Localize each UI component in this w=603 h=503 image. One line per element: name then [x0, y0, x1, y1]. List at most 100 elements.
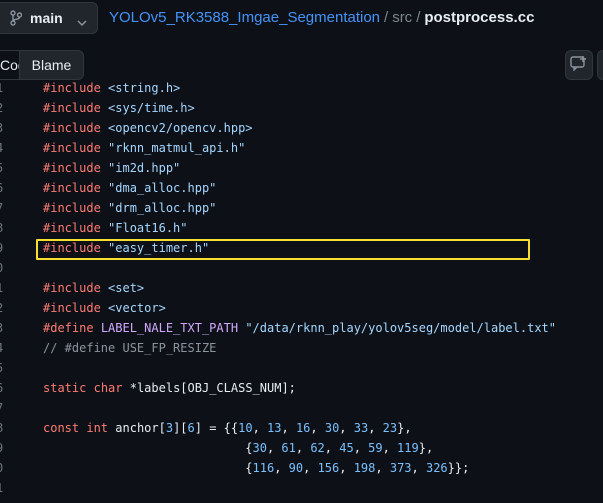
- line-number[interactable]: 7: [0, 198, 8, 218]
- code-line-text: #define LABEL_NALE_TXT_PATH "/data/rknn_…: [43, 318, 556, 338]
- code-line-text: #include "drm_alloc.hpp": [43, 198, 216, 218]
- file-header: main YOLOv5_RK3588_Imgae_Segmentation / sr…: [0, 0, 603, 38]
- highlight-annotation-box: [36, 239, 530, 260]
- code-token: char: [93, 381, 123, 395]
- code-line: 2 #include <sys/time.h>: [0, 98, 603, 118]
- line-number[interactable]: 2: [0, 98, 8, 118]
- line-number[interactable]: 0: [0, 258, 8, 278]
- code-line: 7: [0, 398, 603, 418]
- more-options-button[interactable]: [597, 50, 603, 80]
- code-view-button[interactable]: Code: [0, 51, 20, 79]
- code-token: 23: [382, 421, 398, 435]
- code-line: 0 {116, 90, 156, 198, 373, 326}};: [0, 458, 603, 478]
- code-token: #include: [43, 181, 101, 195]
- line-number[interactable]: 6: [0, 378, 8, 398]
- code-token: 62: [310, 441, 325, 455]
- code-token: 10: [238, 421, 253, 435]
- code-line-text: #include <opencv2/opencv.hpp>: [43, 118, 253, 138]
- code-token: *labels[OBJ_CLASS_NUM];: [122, 381, 296, 395]
- line-number[interactable]: 7: [0, 398, 8, 418]
- branch-selector-button[interactable]: main: [0, 2, 98, 34]
- code-line-text: // #define USE_FP_RESIZE: [43, 338, 216, 358]
- line-number[interactable]: 0: [0, 458, 8, 478]
- code-line-text: #include "rknn_matmul_api.h": [43, 138, 245, 158]
- code-line-text: const int anchor[3][6] = {{10, 13, 16, 3…: [43, 418, 412, 438]
- code-token: #include: [43, 101, 101, 115]
- code-token: "/data/rknn_play/yolov5seg/model/label.t…: [245, 321, 556, 335]
- code-token: ,: [303, 461, 318, 475]
- breadcrumb: YOLOv5_RK3588_Imgae_Segmentation / src / pos…: [109, 9, 534, 26]
- line-number[interactable]: 5: [0, 158, 8, 178]
- breadcrumb-folder-link[interactable]: src: [392, 9, 412, 26]
- code-token: ,: [411, 461, 426, 475]
- code-token: "dma_alloc.hpp": [108, 181, 217, 195]
- code-token: 33: [353, 421, 369, 435]
- line-number[interactable]: 4: [0, 138, 8, 158]
- blame-view-button[interactable]: Blame: [20, 51, 83, 79]
- code-token: const: [43, 421, 80, 435]
- code-token: "rknn_matmul_api.h": [108, 141, 246, 155]
- code-token: ,: [339, 421, 354, 435]
- code-line-text: #include <set>: [43, 278, 144, 298]
- line-number[interactable]: 5: [0, 358, 8, 378]
- chevron-down-icon: [77, 13, 87, 27]
- code-token: ,: [274, 461, 289, 475]
- code-token: anchor[: [108, 421, 166, 435]
- line-number[interactable]: 3: [0, 118, 8, 138]
- code-token: #include: [43, 81, 101, 95]
- branch-name: main: [30, 10, 63, 26]
- line-number[interactable]: 6: [0, 178, 8, 198]
- line-number[interactable]: 9: [0, 438, 8, 458]
- line-number[interactable]: 9: [0, 238, 8, 258]
- code-token: 30: [252, 441, 267, 455]
- code-token: ,: [382, 441, 398, 455]
- code-token: #include: [43, 301, 101, 315]
- code-token: }};: [447, 461, 470, 475]
- code-token: <opencv2/opencv.hpp>: [108, 121, 253, 135]
- code-token: 373: [389, 461, 412, 475]
- line-number[interactable]: 1: [0, 278, 8, 298]
- code-token: },: [397, 421, 412, 435]
- code-token: 45: [339, 441, 354, 455]
- code-line: 5 #include "im2d.hpp": [0, 158, 603, 178]
- code-token: 116: [252, 461, 275, 475]
- breadcrumb-repo-link[interactable]: YOLOv5_RK3588_Imgae_Segmentation: [109, 9, 380, 26]
- code-line: 2 #include <vector>: [0, 298, 603, 318]
- line-number[interactable]: 8: [0, 218, 8, 238]
- code-line-text: #include "dma_alloc.hpp": [43, 178, 216, 198]
- line-number[interactable]: 2: [0, 298, 8, 318]
- code-token: #include: [43, 161, 101, 175]
- code-token: <sys/time.h>: [108, 101, 195, 115]
- code-token: {: [43, 441, 253, 455]
- code-line: 0: [0, 258, 603, 278]
- code-line-text: #include "Float16.h": [43, 218, 188, 238]
- code-token: 61: [281, 441, 296, 455]
- code-token: ,: [339, 461, 354, 475]
- code-token: 13: [267, 421, 282, 435]
- code-line: 5: [0, 358, 603, 378]
- code-token: ,: [324, 441, 340, 455]
- line-number[interactable]: 3: [0, 318, 8, 338]
- breadcrumb-current-file: postprocess.cc: [424, 9, 535, 26]
- line-number[interactable]: 1: [0, 78, 8, 98]
- breadcrumb-separator: /: [384, 9, 389, 26]
- line-number[interactable]: 1: [0, 478, 8, 498]
- code-line-text: #include <string.h>: [43, 78, 180, 98]
- code-token: 3: [165, 421, 174, 435]
- code-line: 6 static char *labels[OBJ_CLASS_NUM];: [0, 378, 603, 398]
- code-token: ,: [310, 421, 325, 435]
- copilot-chat-button[interactable]: [565, 50, 593, 80]
- line-number[interactable]: 4: [0, 338, 8, 358]
- line-number[interactable]: 8: [0, 418, 8, 438]
- view-mode-toggle: Code Blame: [0, 50, 84, 80]
- code-token: "im2d.hpp": [108, 161, 181, 175]
- code-line: 9 {30, 61, 62, 45, 59, 119},: [0, 438, 603, 458]
- code-token: #define: [43, 321, 94, 335]
- code-token: 326: [425, 461, 448, 475]
